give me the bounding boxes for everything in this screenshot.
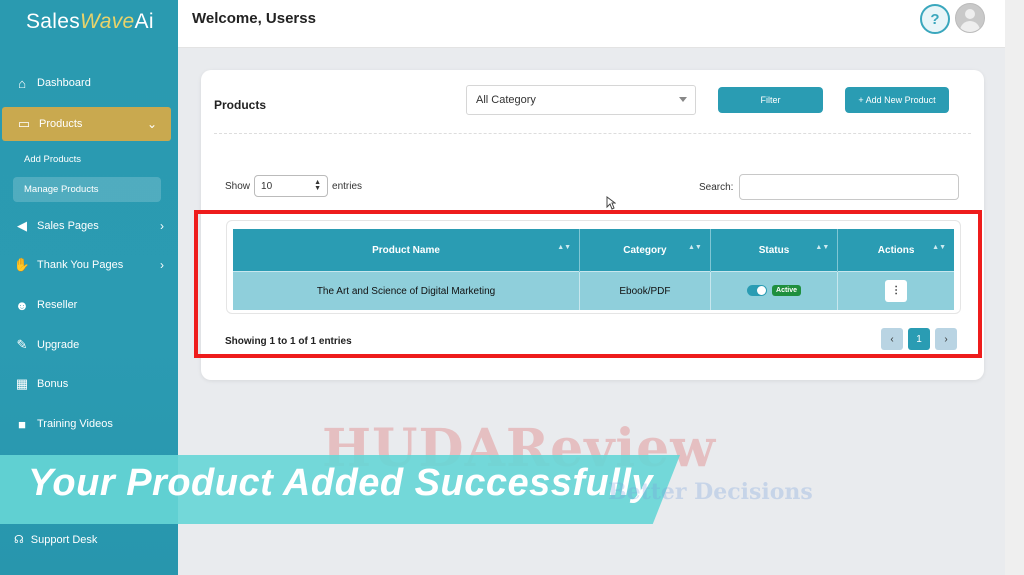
sidebar-item-sales-pages[interactable]: ◀ Sales Pages ›: [0, 209, 178, 243]
category-select-value: All Category: [476, 94, 536, 106]
chevron-right-icon: ›: [160, 219, 164, 233]
megaphone-icon: ◀: [17, 218, 27, 233]
headset-icon: ☊: [14, 534, 24, 546]
sidebar-item-label: Support Desk: [30, 533, 98, 546]
sidebar-item-label: Dashboard: [37, 77, 91, 89]
highlight-box: [194, 210, 982, 358]
welcome-text: Welcome, Userss: [192, 10, 316, 27]
avatar-head: [965, 9, 975, 19]
sidebar-item-label: Upgrade: [37, 339, 80, 351]
sidebar-item-label: Sales Pages: [37, 220, 99, 232]
video-icon: ■: [18, 416, 26, 432]
up-down-icon: ▲ ▼: [314, 179, 322, 192]
sidebar-subitem-label: Manage Products: [24, 184, 99, 195]
add-new-product-button[interactable]: + Add New Product: [845, 87, 949, 113]
category-select[interactable]: All Category: [466, 85, 696, 115]
wrench-icon: ✎: [16, 337, 28, 352]
sidebar-item-products[interactable]: ▭ Products ⌄: [2, 107, 171, 141]
success-banner-text: Your Product Added Successfully: [28, 462, 654, 504]
sidebar-subitem-label: Add Products: [24, 154, 82, 165]
sidebar-item-label: Thank You Pages: [37, 259, 124, 271]
logo-text-ai: Ai: [134, 10, 154, 33]
sidebar-item-upgrade[interactable]: ✎ Upgrade: [0, 328, 178, 362]
handshake-icon: ✋: [13, 257, 31, 272]
page-title: Products: [214, 98, 267, 112]
sidebar-item-training-videos[interactable]: ■ Training Videos: [0, 407, 178, 441]
avatar-body: [960, 21, 980, 32]
mouse-cursor-icon: [606, 196, 616, 210]
watermark-tagline: Better Decisions: [608, 479, 813, 505]
user-gear-icon: ☻: [15, 297, 29, 313]
sidebar-item-reseller[interactable]: ☻ Reseller: [0, 288, 178, 322]
divider: [214, 133, 971, 134]
top-bar: Welcome, Userss ?: [178, 0, 1005, 48]
home-icon: ⌂: [18, 75, 26, 91]
chevron-down-icon: ⌄: [146, 117, 157, 131]
sidebar-item-label: Training Videos: [37, 418, 113, 430]
caret-down-icon: [679, 97, 687, 102]
entries-length-select[interactable]: 10 ▲ ▼: [254, 175, 329, 197]
sidebar-item-bonus[interactable]: ▦ Bonus: [0, 367, 178, 401]
gift-icon: ▦: [15, 376, 29, 391]
help-icon[interactable]: ?: [920, 4, 950, 34]
show-label: Show: [225, 180, 251, 192]
sidebar-subitem-manage-products[interactable]: Manage Products: [13, 177, 161, 202]
entries-length-control: Show 10 ▲ ▼ entries: [225, 175, 362, 197]
logo-text-sales: Sales: [26, 10, 81, 33]
chevron-right-icon: ›: [160, 258, 164, 272]
sidebar-item-label: Reseller: [37, 299, 78, 311]
sidebar-item-thank-you-pages[interactable]: ✋ Thank You Pages ›: [0, 248, 178, 282]
store-icon: ▭: [17, 116, 31, 131]
search-label: Search:: [699, 182, 734, 193]
entries-length-value: 10: [261, 180, 273, 192]
sidebar-item-label: Bonus: [37, 378, 69, 390]
sidebar-subitem-add-products[interactable]: Add Products: [13, 147, 161, 172]
sidebar-item-label: Products: [39, 118, 83, 130]
search-input[interactable]: [739, 174, 959, 200]
filter-button[interactable]: Filter: [718, 87, 823, 113]
sidebar-item-support-desk[interactable]: ☊ Support Desk: [14, 533, 98, 547]
logo-text-wave: Wave: [80, 10, 135, 33]
entries-label: entries: [332, 180, 363, 192]
page-scrollbar-track[interactable]: [1005, 0, 1024, 575]
sidebar-item-dashboard[interactable]: ⌂ Dashboard: [0, 66, 178, 100]
app-logo[interactable]: SalesWaveAi: [26, 10, 154, 34]
avatar[interactable]: [955, 3, 985, 33]
